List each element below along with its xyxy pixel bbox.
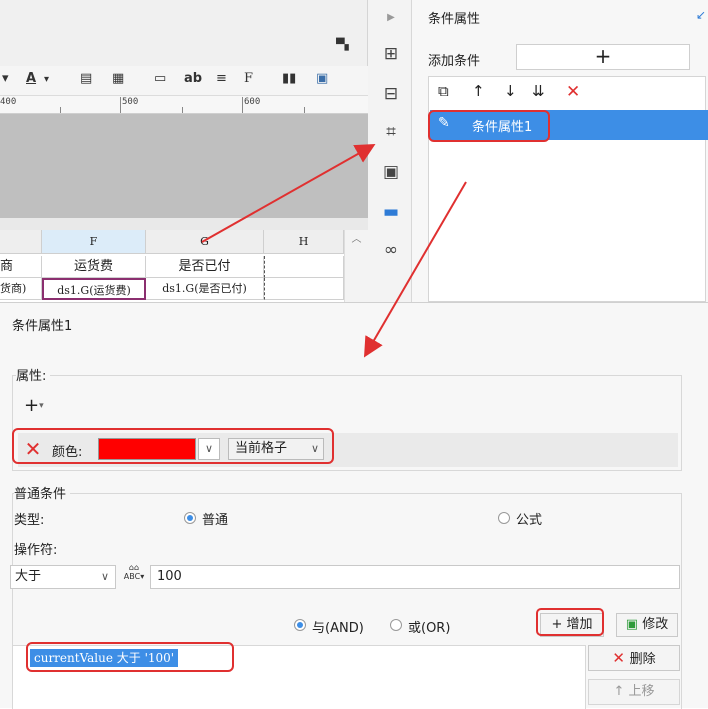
ruler-tick [242, 97, 243, 113]
column-header-F[interactable]: F [42, 230, 146, 254]
selected-cell[interactable]: ds1.G(运货费) [42, 278, 146, 300]
move-up-icon[interactable]: ↑ [472, 82, 485, 100]
highlight-box [428, 110, 550, 142]
table-cell[interactable]: 商 [0, 256, 42, 278]
move-bottom-icon[interactable]: ⇊ [532, 82, 545, 100]
radio-formula-label: 公式 [516, 513, 543, 528]
add-attribute-button[interactable]: +▾ [24, 395, 60, 419]
condition-attribute-icon[interactable]: ▬ [381, 202, 401, 222]
add-condition-button[interactable]: + [516, 44, 690, 70]
image-icon[interactable]: ▣ [316, 71, 328, 86]
text-ab-icon[interactable]: ab [184, 71, 202, 86]
dropdown-icon: ▾ [39, 401, 44, 411]
delete-icon: ✕ [612, 649, 630, 667]
cell-attribute-icon[interactable]: ⊟ [381, 84, 401, 104]
value-type-icon[interactable]: ⌂⌂ ABC▾ [122, 563, 146, 589]
column-header-H[interactable]: H [264, 230, 344, 254]
radio-formula[interactable] [498, 512, 510, 524]
chevron-down-icon: ∨ [100, 570, 109, 583]
column-header-G[interactable]: G [146, 230, 264, 254]
spreadsheet-grid: F G H 商 运货费 是否已付 货商) ds1.G(运货费) ds1.G(是否… [0, 230, 368, 302]
widget-icon[interactable]: ⌗ [381, 122, 401, 142]
form-icon[interactable]: ▣ [381, 162, 401, 182]
radio-and[interactable] [294, 619, 306, 631]
align-text-icon[interactable]: ≡ [216, 71, 227, 86]
table-cell[interactable]: ds1.G(是否已付) [146, 278, 264, 300]
radio-normal-label: 普通 [202, 513, 229, 528]
highlight-box [536, 608, 604, 636]
radio-normal[interactable] [184, 512, 196, 524]
ruler-tick [60, 107, 61, 113]
move-down-icon[interactable]: ↓ [504, 82, 517, 100]
expand-arrow-icon[interactable]: ▶ [381, 8, 401, 28]
edit-icon: ▣ [625, 617, 643, 632]
table-cell[interactable] [264, 256, 344, 278]
border-icon[interactable]: ▤ [80, 71, 92, 86]
formula-icon[interactable]: F [244, 71, 253, 86]
font-color-icon[interactable]: A [26, 71, 36, 86]
type-label: 类型: [14, 513, 45, 528]
resize-corner-icon[interactable]: ↙ [696, 8, 706, 22]
ruler: 400 500 600 [0, 96, 368, 114]
highlight-box [26, 642, 234, 672]
radio-and-label: 与(AND) [312, 621, 364, 636]
table-cell[interactable]: 是否已付 [146, 256, 264, 278]
operator-label: 操作符: [14, 543, 58, 558]
move-up-button[interactable]: ↑ 上移 [588, 679, 680, 705]
merge-icon[interactable]: ▭ [154, 71, 166, 86]
delete-button[interactable]: ✕ 删除 [588, 645, 680, 671]
attributes-label: 属性: [16, 365, 51, 384]
add-attribute-label: + [24, 395, 40, 416]
add-condition-label: 添加条件 [428, 54, 481, 69]
delete-icon[interactable]: ✕ [566, 82, 580, 102]
highlight-box [12, 428, 334, 464]
radio-or-label: 或(OR) [408, 621, 451, 636]
vertical-scrollbar[interactable]: ︿ [344, 230, 368, 302]
canvas-background [0, 114, 368, 218]
collapse-icon[interactable]: ▀▖ [336, 38, 353, 51]
dialog-title: 条件属性1 [12, 319, 73, 334]
copy-icon[interactable]: ⧉ [438, 82, 449, 100]
ruler-label: 600 [244, 97, 261, 107]
edit-button-label: 修改 [642, 617, 669, 632]
format-toolbar: ▾ A ▾ ▤ ▦ ▭ ab ≡ F ▮▮ ▣ [0, 66, 368, 96]
table-cell[interactable]: 运货费 [42, 256, 146, 278]
up-arrow-icon: ↑ [613, 684, 629, 699]
operator-value: 大于 [15, 569, 42, 584]
move-up-label: 上移 [628, 684, 655, 699]
side-icon-strip: ▶ ⊞ ⊟ ⌗ ▣ ▬ ∞ [368, 0, 412, 302]
condition-toolbar: ⧉ ↑ ↓ ⇊ ✕ [428, 76, 706, 106]
column-header[interactable] [0, 230, 42, 254]
ruler-tick [182, 107, 183, 113]
hyperlink-icon[interactable]: ∞ [381, 240, 401, 260]
cell-element-icon[interactable]: ⊞ [381, 44, 401, 64]
canvas-strip [0, 218, 368, 230]
font-color-dropdown-icon[interactable]: ▾ [44, 74, 49, 85]
panel-title: 条件属性 [428, 12, 481, 27]
bar-chart-icon[interactable]: ▮▮ [282, 71, 296, 86]
normal-condition-label: 普通条件 [14, 483, 71, 502]
table-cell[interactable] [264, 278, 344, 300]
ruler-label: 400 [0, 97, 17, 107]
ruler-tick [120, 97, 121, 113]
value-input[interactable]: 100 [150, 565, 680, 589]
scroll-up-icon[interactable]: ︿ [352, 234, 362, 245]
radio-or[interactable] [390, 619, 402, 631]
edit-button[interactable]: ▣ 修改 [616, 613, 678, 637]
grid-icon[interactable]: ▦ [112, 71, 124, 86]
delete-button-label: 删除 [629, 652, 656, 667]
dropdown-arrow-icon[interactable]: ▾ [2, 71, 9, 86]
ruler-tick [304, 107, 305, 113]
ruler-label: 500 [122, 97, 139, 107]
table-cell[interactable]: 货商) [0, 278, 42, 300]
operator-select[interactable]: 大于 ∨ [10, 565, 116, 589]
